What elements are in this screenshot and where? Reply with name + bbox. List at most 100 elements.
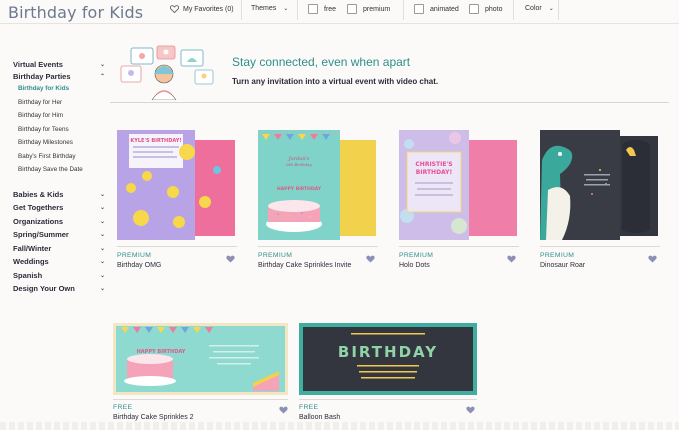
card-tier: FREE xyxy=(299,404,319,411)
card-title[interactable]: Birthday Cake Sprinkles 2 xyxy=(113,414,194,421)
filter-premium-label: premium xyxy=(363,5,391,13)
favorite-heart-icon[interactable] xyxy=(226,255,235,263)
sidebar-item-label: Babies & Kids xyxy=(13,189,64,199)
page-bottom-edge xyxy=(0,422,679,430)
card-thumbnail[interactable]: KYLE'S BIRTHDAY! xyxy=(117,130,237,240)
sidebar-item-label: Weddings xyxy=(13,257,49,267)
chevron-down-icon: ⌄ xyxy=(99,205,105,212)
sidebar-subitem-birthday-for-her[interactable]: Birthday for Her xyxy=(13,96,105,110)
favorite-heart-icon[interactable] xyxy=(279,406,288,414)
sidebar-subitem-birthday-for-kids[interactable]: Birthday for Kids xyxy=(13,82,105,96)
divider xyxy=(403,0,404,20)
video-chat-illustration xyxy=(120,45,214,100)
chevron-down-icon: ⌄ xyxy=(99,245,105,252)
divider xyxy=(558,0,559,20)
sidebar-item-label: Virtual Events xyxy=(13,59,63,69)
card-thumbnail[interactable]: Jordan's 6th Birthday HAPPY BIRTHDAY xyxy=(258,130,378,240)
chevron-down-icon: ⌄ xyxy=(99,191,105,198)
favorites-button[interactable]: My Favorites (0) xyxy=(170,5,234,13)
card-text: CHRISTIE'S xyxy=(415,161,452,168)
card-text: KYLE'S BIRTHDAY! xyxy=(130,138,181,144)
color-label: Color xyxy=(525,5,542,12)
card-text: HAPPY BIRTHDAY xyxy=(277,186,322,192)
chevron-down-icon: ⌄ xyxy=(99,286,105,293)
card-thumbnail[interactable]: BIRTHDAY xyxy=(299,323,477,395)
card-tier: PREMIUM xyxy=(399,252,434,259)
card-title[interactable]: Birthday OMG xyxy=(117,262,161,269)
divider xyxy=(513,0,514,20)
checkbox-premium[interactable] xyxy=(347,4,357,14)
card-title[interactable]: Birthday Cake Sprinkles Invite xyxy=(258,262,351,269)
card-text: 6th Birthday xyxy=(286,162,312,167)
card-text: BIRTHDAY! xyxy=(416,169,452,176)
card-text: BIRTHDAY xyxy=(338,343,438,361)
checkbox-photo[interactable] xyxy=(469,4,479,14)
favorites-label: My Favorites (0) xyxy=(183,5,234,13)
card-thumbnail[interactable]: CHRISTIE'S BIRTHDAY! xyxy=(399,130,519,240)
filter-free[interactable]: free xyxy=(308,4,336,14)
card-tier: FREE xyxy=(113,404,133,411)
sidebar-item-label: Spanish xyxy=(13,270,43,280)
banner-subheading: Turn any invitation into a virtual event… xyxy=(232,77,439,86)
card-title[interactable]: Balloon Bash xyxy=(299,414,340,421)
filter-photo-label: photo xyxy=(485,5,503,13)
sidebar-item-babies-kids[interactable]: Babies & Kids ⌄ xyxy=(13,188,105,202)
filter-animated-label: animated xyxy=(430,5,459,13)
filter-photo[interactable]: photo xyxy=(469,4,503,14)
sidebar-item-label: Spring/Summer xyxy=(13,230,69,240)
sidebar-item-fall-winter[interactable]: Fall/Winter ⌄ xyxy=(13,242,105,256)
themes-dropdown[interactable]: Themes ⌄ xyxy=(251,5,288,12)
sidebar-subitem-birthday-for-teens[interactable]: Birthday for Teens xyxy=(13,123,105,137)
card-tier: PREMIUM xyxy=(117,252,152,259)
divider xyxy=(297,0,298,20)
divider xyxy=(241,0,242,20)
sidebar-item-weddings[interactable]: Weddings ⌄ xyxy=(13,255,105,269)
sidebar-subitem-birthday-save-the-date[interactable]: Birthday Save the Date xyxy=(13,163,105,177)
sidebar-item-virtual-events[interactable]: Virtual Events ⌄ xyxy=(13,58,105,70)
sidebar-item-label: Birthday Parties xyxy=(13,71,71,81)
section-divider xyxy=(110,102,669,103)
chevron-down-icon: ⌄ xyxy=(283,6,289,12)
chevron-down-icon: ⌄ xyxy=(99,218,105,225)
sidebar-item-birthday-parties[interactable]: Birthday Parties ⌃ xyxy=(13,70,105,82)
page-title: Birthday for Kids xyxy=(8,3,144,22)
sidebar-item-spring-summer[interactable]: Spring/Summer ⌄ xyxy=(13,228,105,242)
card-tier: PREMIUM xyxy=(258,252,293,259)
filter-free-label: free xyxy=(324,5,337,13)
sidebar-item-spanish[interactable]: Spanish ⌄ xyxy=(13,269,105,283)
checkbox-free[interactable] xyxy=(308,4,318,14)
sidebar-subitem-babys-first-birthday[interactable]: Baby's First Birthday xyxy=(13,150,105,164)
checkbox-animated[interactable] xyxy=(414,4,424,14)
chevron-up-icon: ⌃ xyxy=(99,73,105,80)
sidebar-item-design-your-own[interactable]: Design Your Own ⌄ xyxy=(13,282,105,296)
favorite-heart-icon[interactable] xyxy=(648,255,657,263)
sidebar-item-get-togethers[interactable]: Get Togethers ⌄ xyxy=(13,201,105,215)
chevron-down-icon: ⌄ xyxy=(99,259,105,266)
sidebar-item-label: Design Your Own xyxy=(13,284,75,294)
sidebar-item-label: Fall/Winter xyxy=(13,243,52,253)
color-dropdown[interactable]: Color ⌄ xyxy=(525,5,554,12)
chevron-down-icon: ⌄ xyxy=(99,61,105,68)
sidebar-item-organizations[interactable]: Organizations ⌄ xyxy=(13,215,105,229)
card-title[interactable]: Dinosaur Roar xyxy=(540,262,585,269)
card-tier: PREMIUM xyxy=(540,252,575,259)
card-title[interactable]: Holo Dots xyxy=(399,262,430,269)
themes-label: Themes xyxy=(251,5,277,12)
favorite-heart-icon[interactable] xyxy=(507,255,516,263)
chevron-down-icon: ⌄ xyxy=(548,6,554,12)
card-text: HAPPY BIRTHDAY xyxy=(137,349,186,355)
favorite-heart-icon[interactable] xyxy=(366,255,375,263)
heart-icon xyxy=(170,5,179,13)
sidebar-subitem-birthday-milestones[interactable]: Birthday Milestones xyxy=(13,136,105,150)
filter-animated[interactable]: animated xyxy=(414,4,459,14)
favorite-heart-icon[interactable] xyxy=(466,406,475,414)
card-thumbnail[interactable]: HAPPY BIRTHDAY xyxy=(113,323,288,395)
sidebar-item-label: Organizations xyxy=(13,216,64,226)
chevron-down-icon: ⌄ xyxy=(99,272,105,279)
category-sidebar: Virtual Events ⌄ Birthday Parties ⌃ Birt… xyxy=(13,58,105,296)
card-thumbnail[interactable] xyxy=(540,130,660,240)
sidebar-item-label: Get Togethers xyxy=(13,203,64,213)
filter-premium[interactable]: premium xyxy=(347,4,390,14)
banner-heading: Stay connected, even when apart xyxy=(232,55,411,69)
sidebar-subitem-birthday-for-him[interactable]: Birthday for Him xyxy=(13,109,105,123)
